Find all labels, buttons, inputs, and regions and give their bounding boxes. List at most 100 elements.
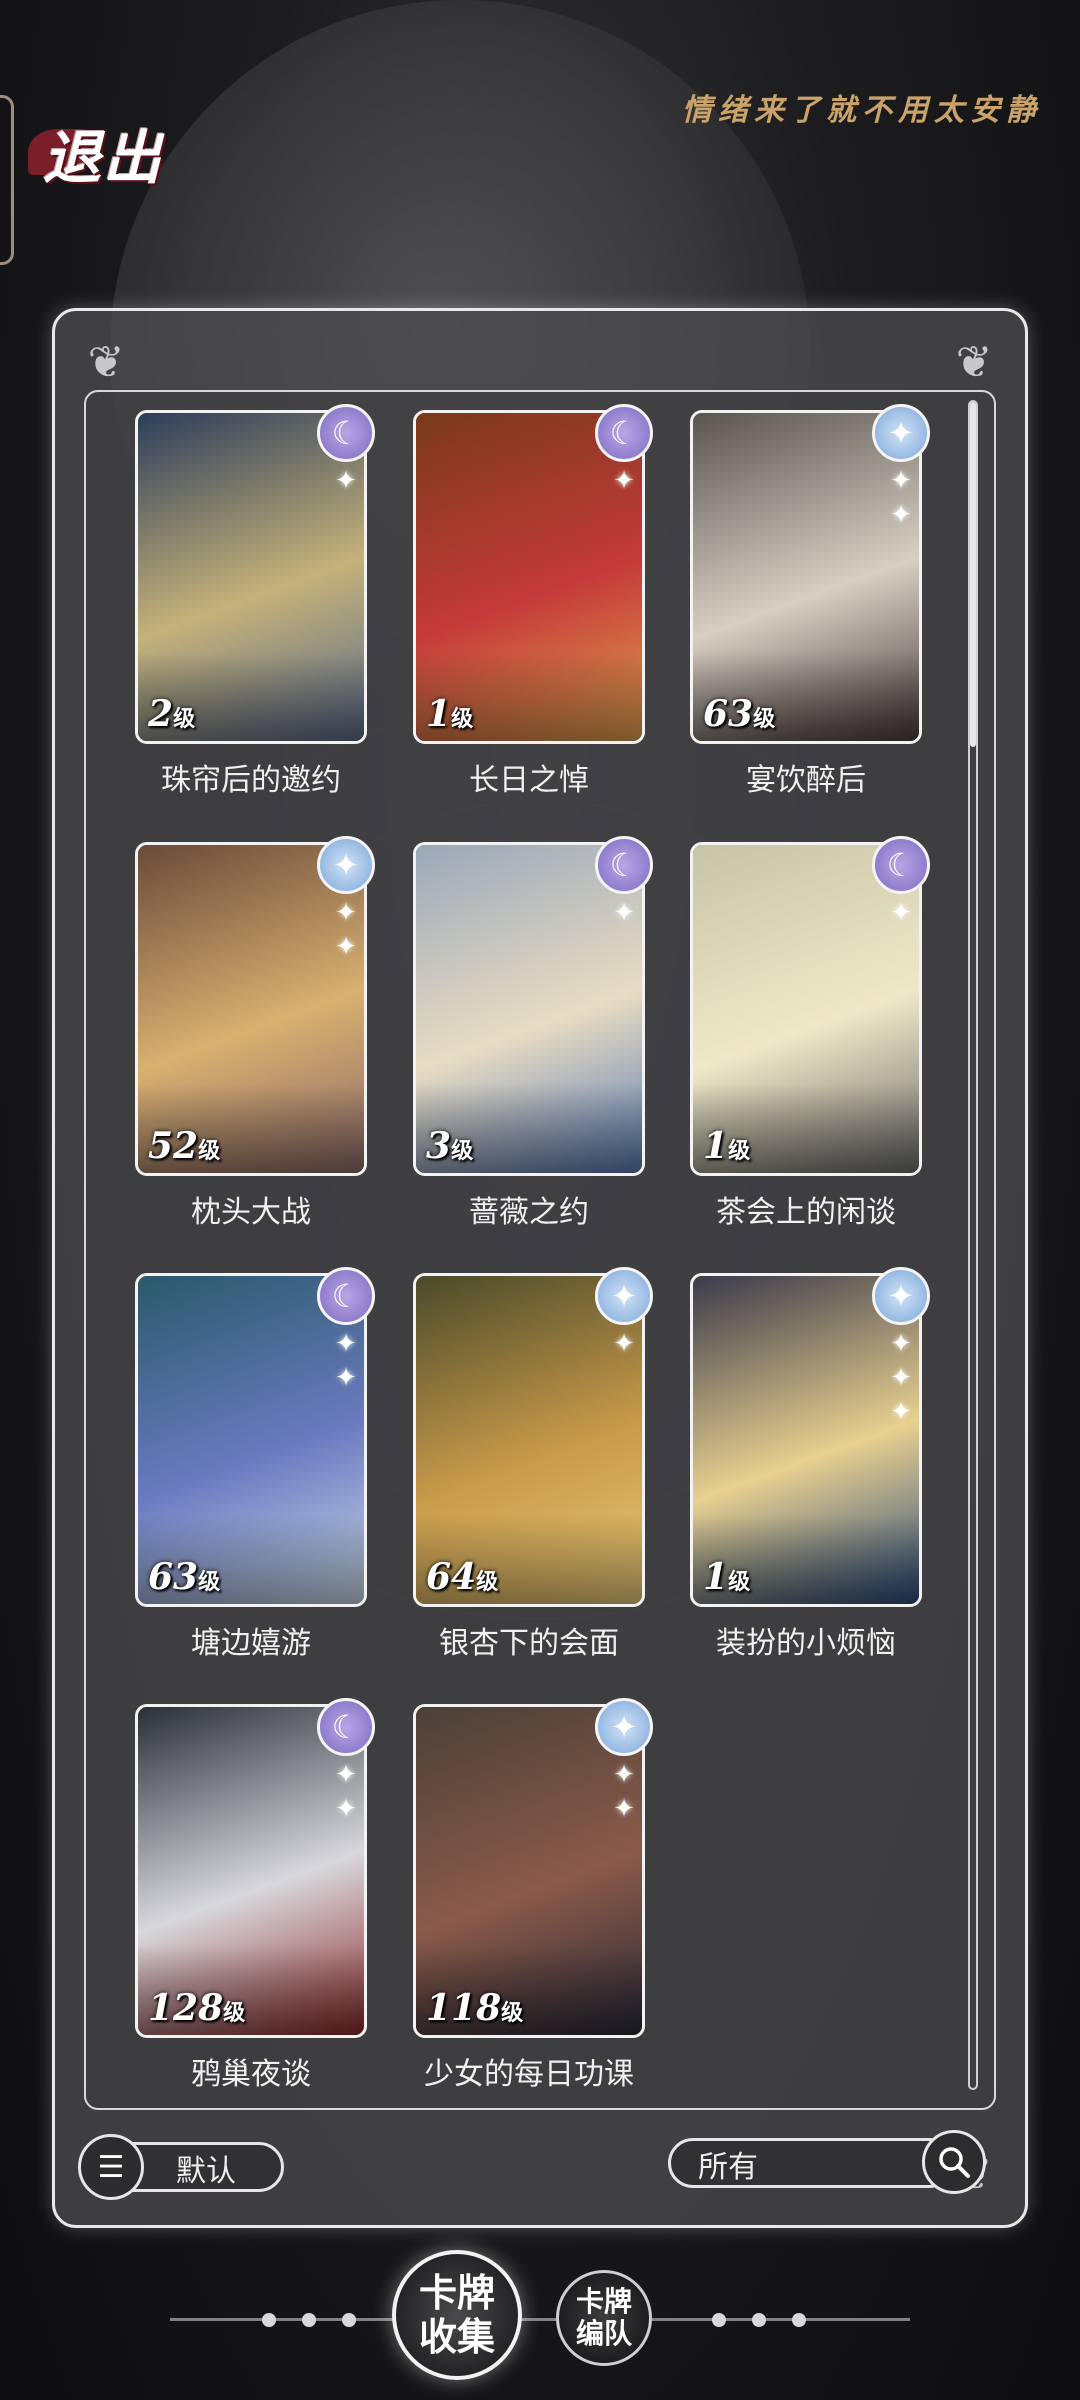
- rarity-stars: ✦: [331, 464, 361, 498]
- moon-icon: ☾: [595, 836, 653, 894]
- sparkle-star-icon: ✦: [890, 898, 912, 928]
- card-level-number: 63: [148, 1556, 199, 1598]
- card-item[interactable]: 128级: [135, 1704, 367, 2038]
- sparkle-star-icon: ✦: [613, 1329, 635, 1359]
- rarity-stars: ✦ ✦: [331, 896, 361, 964]
- sort-list-icon[interactable]: ☰: [78, 2134, 144, 2200]
- rarity-stars: ✦: [609, 464, 639, 498]
- exit-label: 退出: [42, 123, 163, 192]
- star-icon: ✦: [595, 1267, 653, 1325]
- search-icon: [939, 2147, 970, 2178]
- card-level: 128级: [148, 1987, 245, 2029]
- nav-dot-decoration: [752, 2313, 766, 2327]
- exit-button[interactable]: 退出: [18, 115, 188, 192]
- card-art-image: [416, 1276, 642, 1604]
- card-title: 枕头大战: [191, 1195, 311, 1230]
- card-level-number: 63: [703, 693, 754, 735]
- sparkle-star-icon: ✦: [890, 466, 912, 496]
- card-item[interactable]: 1级: [413, 410, 645, 744]
- nav-dot-decoration: [302, 2313, 316, 2327]
- star-icon: ✦: [872, 1267, 930, 1325]
- card-level: 1级: [703, 1125, 750, 1167]
- rarity-stars: ✦ ✦: [886, 464, 916, 532]
- card-item[interactable]: 64级: [413, 1273, 645, 1607]
- card-level-unit: 级: [476, 1569, 499, 1595]
- card-art-image: [138, 1276, 364, 1604]
- sparkle-star-icon: ✦: [335, 1329, 357, 1359]
- card-level-number: 128: [148, 1987, 224, 2029]
- card-level: 63级: [148, 1556, 220, 1598]
- filter-label: 所有: [698, 2150, 758, 2185]
- card-level-number: 118: [426, 1987, 502, 2029]
- card-title: 鸦巢夜谈: [191, 2057, 311, 2092]
- card-art-image: [416, 413, 642, 741]
- card-item[interactable]: 118级: [413, 1704, 645, 2038]
- nav-card-collection-label: 卡牌收集: [418, 2270, 495, 2359]
- card-item[interactable]: 2级: [135, 410, 367, 744]
- sparkle-star-icon: ✦: [335, 1794, 357, 1824]
- card-item[interactable]: 3级: [413, 842, 645, 1176]
- card-title: 塘边嬉游: [191, 1626, 311, 1661]
- moon-icon: ☾: [317, 1698, 375, 1756]
- card-title: 装扮的小烦恼: [716, 1626, 896, 1661]
- card-level-unit: 级: [198, 1138, 221, 1164]
- card-item[interactable]: 52级: [135, 842, 367, 1176]
- rarity-stars: ✦: [886, 896, 916, 930]
- card-level-number: 64: [426, 1556, 477, 1598]
- card-art-image: [693, 1276, 919, 1604]
- star-icon: ✦: [872, 404, 930, 462]
- sparkle-star-icon: ✦: [613, 466, 635, 496]
- nav-card-team-button[interactable]: 卡牌编队: [556, 2270, 652, 2366]
- nav-dot-decoration: [262, 2313, 276, 2327]
- sparkle-star-icon: ✦: [890, 1363, 912, 1393]
- card-item[interactable]: 63级: [690, 410, 922, 744]
- card-level-unit: 级: [451, 706, 474, 732]
- card-level-unit: 级: [223, 2000, 246, 2026]
- sparkle-star-icon: ✦: [890, 1329, 912, 1359]
- search-button[interactable]: [922, 2130, 986, 2194]
- nav-dot-decoration: [712, 2313, 726, 2327]
- card-title: 少女的每日功课: [424, 2057, 634, 2092]
- sparkle-star-icon: ✦: [335, 1760, 357, 1790]
- rarity-stars: ✦ ✦: [609, 1758, 639, 1826]
- sparkle-star-icon: ✦: [335, 1363, 357, 1393]
- nav-dot-decoration: [342, 2313, 356, 2327]
- nav-card-collection-button[interactable]: 卡牌收集: [392, 2250, 522, 2380]
- card-level-number: 1: [426, 693, 452, 735]
- card-item[interactable]: 1级: [690, 1273, 922, 1607]
- rarity-stars: ✦ ✦: [331, 1758, 361, 1826]
- card-level-unit: 级: [728, 1138, 751, 1164]
- card-level: 2级: [148, 693, 195, 735]
- card-level: 1级: [703, 1556, 750, 1598]
- moon-icon: ☾: [872, 836, 930, 894]
- card-title: 蔷薇之约: [469, 1195, 589, 1230]
- card-item[interactable]: 1级: [690, 842, 922, 1176]
- sparkle-star-icon: ✦: [335, 898, 357, 928]
- card-art-image: [138, 1707, 364, 2035]
- card-item[interactable]: 63级: [135, 1273, 367, 1607]
- card-level-number: 52: [148, 1125, 199, 1167]
- sparkle-star-icon: ✦: [613, 898, 635, 928]
- card-level: 1级: [426, 693, 473, 735]
- left-edge-tab: [0, 95, 14, 265]
- sparkle-star-icon: ✦: [335, 466, 357, 496]
- card-level-number: 1: [703, 1125, 729, 1167]
- card-title: 宴饮醉后: [746, 763, 866, 798]
- sparkle-star-icon: ✦: [890, 500, 912, 530]
- rarity-stars: ✦: [609, 896, 639, 930]
- card-level-unit: 级: [728, 1569, 751, 1595]
- moon-icon: ☾: [317, 404, 375, 462]
- card-level: 3级: [426, 1125, 473, 1167]
- scrollbar-thumb[interactable]: [970, 402, 976, 747]
- star-icon: ✦: [595, 1698, 653, 1756]
- moon-icon: ☾: [595, 404, 653, 462]
- sparkle-star-icon: ✦: [613, 1794, 635, 1824]
- card-art-image: [138, 413, 364, 741]
- card-art-image: [416, 1707, 642, 2035]
- card-level-number: 1: [703, 1556, 729, 1598]
- card-level: 64级: [426, 1556, 498, 1598]
- card-level-number: 2: [148, 693, 174, 735]
- card-title: 茶会上的闲谈: [716, 1195, 896, 1230]
- card-art-image: [693, 845, 919, 1173]
- moon-icon: ☾: [317, 1267, 375, 1325]
